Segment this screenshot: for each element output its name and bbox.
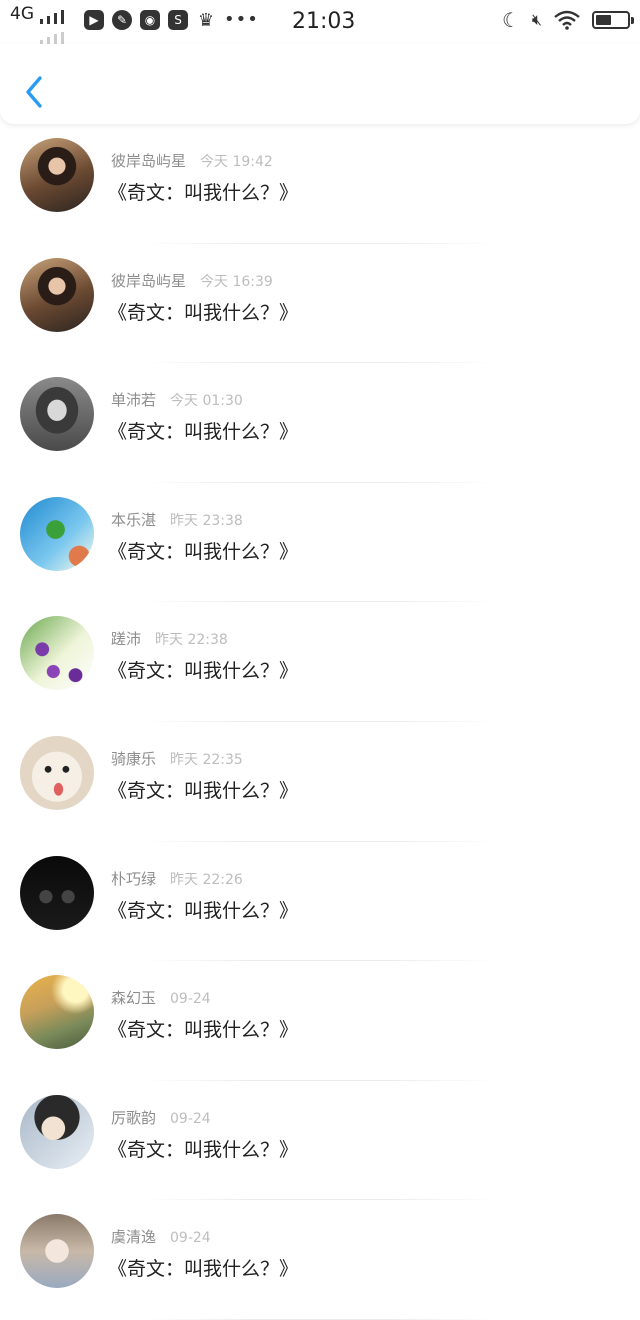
- avatar[interactable]: [20, 1214, 94, 1289]
- signal-strength-icon: [40, 10, 68, 24]
- timestamp: 昨天 22:26: [170, 871, 243, 888]
- username[interactable]: 蹉沛: [111, 630, 141, 648]
- comment-text: 《奇文：叫我什么？》: [108, 540, 299, 563]
- username[interactable]: 单沛若: [111, 391, 156, 409]
- nav-bar: [0, 44, 640, 124]
- comment-text: 《奇文：叫我什么？》: [108, 1258, 299, 1281]
- video-app-icon: ▶: [84, 10, 104, 30]
- username[interactable]: 彼岸岛屿星: [111, 272, 186, 290]
- comment-text: 《奇文：叫我什么？》: [108, 182, 299, 204]
- comment-meta: 彼岸岛屿星 今天 16:39: [111, 270, 273, 291]
- list-item[interactable]: 骑康乐 昨天 22:35 《奇文：叫我什么？》: [0, 722, 640, 842]
- avatar[interactable]: [20, 138, 94, 212]
- battery-icon: [592, 11, 634, 29]
- crown-icon: ♛: [197, 9, 215, 31]
- comment-text: 《奇文：叫我什么？》: [108, 421, 299, 444]
- avatar[interactable]: [20, 496, 94, 571]
- comment-text: 《奇文：叫我什么？》: [108, 899, 299, 922]
- username[interactable]: 虞清逸: [111, 1228, 156, 1246]
- username[interactable]: 本乐湛: [111, 511, 156, 529]
- do-not-disturb-icon: ☾: [501, 8, 520, 32]
- username[interactable]: 森幻玉: [111, 989, 156, 1007]
- avatar[interactable]: [20, 377, 94, 452]
- more-notifications-icon: •••: [224, 9, 259, 30]
- palette-app-icon: ✎: [112, 10, 132, 30]
- browser-app-icon: ◉: [140, 10, 160, 30]
- timestamp: 昨天 23:38: [170, 512, 243, 529]
- network-type: 4G: [10, 4, 34, 24]
- s-app-icon: S: [168, 10, 188, 30]
- comment-meta: 朴巧绿 昨天 22:26: [111, 868, 243, 889]
- avatar[interactable]: [20, 855, 94, 930]
- timestamp: 09-24: [170, 991, 211, 1008]
- back-button[interactable]: [20, 74, 50, 110]
- list-item[interactable]: 厉歌韵 09-24 《奇文：叫我什么？》: [0, 1081, 640, 1201]
- list-item[interactable]: 虞清逸 09-24 《奇文：叫我什么？》: [0, 1200, 640, 1320]
- timestamp: 昨天 22:38: [155, 632, 228, 649]
- comment-meta: 单沛若 今天 01:30: [111, 389, 243, 410]
- comment-text: 《奇文：叫我什么？》: [108, 660, 299, 683]
- comment-list: 彼岸岛屿星 今天 19:42 《奇文：叫我什么？》 彼岸岛屿星 今天 16:39 《…: [0, 124, 640, 1320]
- list-item[interactable]: 森幻玉 09-24 《奇文：叫我什么？》: [0, 961, 640, 1081]
- comment-meta: 彼岸岛屿星 今天 19:42: [111, 150, 273, 171]
- list-item[interactable]: 彼岸岛屿星 今天 16:39 《奇文：叫我什么？》: [0, 244, 640, 364]
- comment-meta: 森幻玉 09-24: [111, 987, 211, 1008]
- comment-meta: 本乐湛 昨天 23:38: [111, 509, 243, 530]
- status-right: ☾ 🔇︎: [501, 8, 634, 32]
- avatar[interactable]: [20, 1094, 94, 1169]
- avatar[interactable]: [20, 257, 94, 332]
- secondary-signal-icon: [40, 32, 68, 44]
- timestamp: 今天 16:39: [200, 273, 273, 290]
- avatar[interactable]: [20, 735, 94, 810]
- comment-text: 《奇文：叫我什么？》: [108, 1019, 299, 1042]
- comment-meta: 厉歌韵 09-24: [111, 1107, 211, 1128]
- mute-icon: 🔇︎: [531, 10, 542, 29]
- list-item[interactable]: 彼岸岛屿星 今天 19:42 《奇文：叫我什么？》: [0, 124, 640, 244]
- username[interactable]: 朴巧绿: [111, 870, 156, 888]
- list-item[interactable]: 朴巧绿 昨天 22:26 《奇文：叫我什么？》: [0, 842, 640, 962]
- clock: 21:03: [292, 9, 356, 34]
- timestamp: 09-24: [170, 1230, 211, 1247]
- avatar[interactable]: [20, 975, 94, 1050]
- username[interactable]: 骑康乐: [111, 750, 156, 768]
- chevron-left-icon: [26, 76, 42, 108]
- comment-meta: 蹉沛 昨天 22:38: [111, 628, 228, 649]
- comment-text: 《奇文：叫我什么？》: [108, 301, 299, 324]
- username[interactable]: 彼岸岛屿星: [111, 152, 186, 170]
- timestamp: 昨天 22:35: [170, 751, 243, 768]
- notification-icons: ▶ ✎ ◉ S ♛ •••: [84, 9, 259, 31]
- status-bar: 4G ▶ ✎ ◉ S ♛ ••• 21:03 ☾ 🔇︎: [0, 0, 640, 44]
- list-item[interactable]: 单沛若 今天 01:30 《奇文：叫我什么？》: [0, 363, 640, 483]
- comment-meta: 虞清逸 09-24: [111, 1226, 211, 1247]
- timestamp: 今天 19:42: [200, 154, 273, 170]
- comment-meta: 骑康乐 昨天 22:35: [111, 748, 243, 769]
- list-item[interactable]: 蹉沛 昨天 22:38 《奇文：叫我什么？》: [0, 602, 640, 722]
- list-item[interactable]: 本乐湛 昨天 23:38 《奇文：叫我什么？》: [0, 483, 640, 603]
- username[interactable]: 厉歌韵: [111, 1109, 156, 1127]
- timestamp: 09-24: [170, 1110, 211, 1127]
- timestamp: 今天 01:30: [170, 393, 243, 410]
- comment-text: 《奇文：叫我什么？》: [108, 1138, 299, 1161]
- avatar[interactable]: [20, 616, 94, 691]
- wifi-icon: [554, 10, 580, 30]
- comment-text: 《奇文：叫我什么？》: [108, 779, 299, 802]
